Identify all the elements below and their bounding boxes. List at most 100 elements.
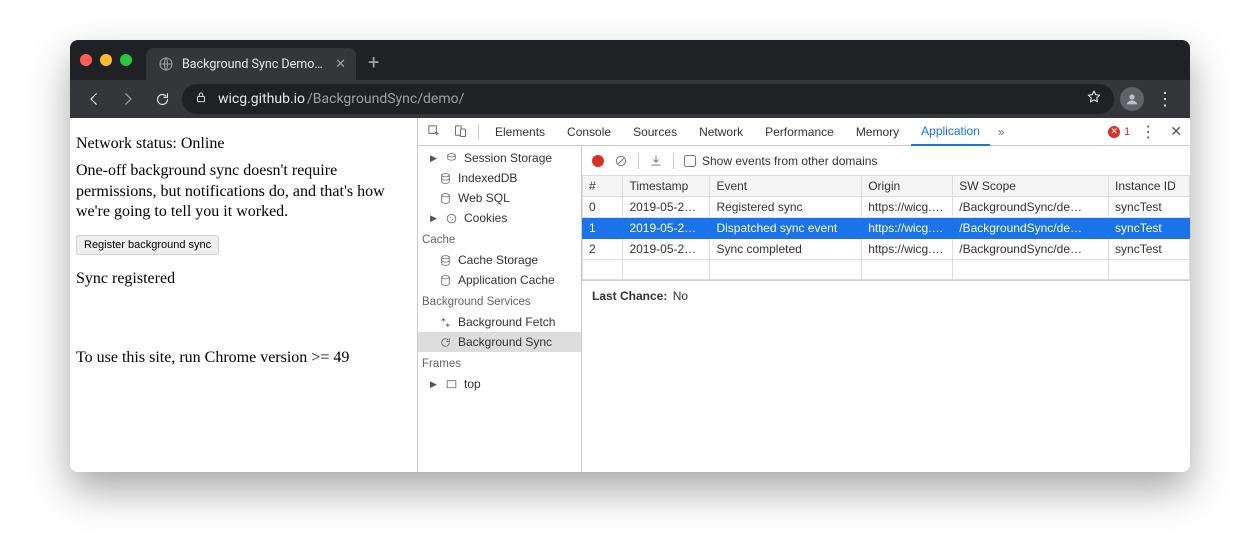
sync-status: Sync registered (76, 269, 407, 290)
chevron-right-icon: ▶ (430, 379, 438, 390)
bg-sync-toolbar: Show events from other domains (582, 146, 1190, 176)
frame-icon (444, 378, 458, 391)
device-toggle-icon[interactable] (448, 120, 472, 144)
tab-application[interactable]: Application (911, 118, 990, 146)
window-close-icon[interactable] (80, 54, 92, 66)
devtools-panel: Elements Console Sources Network Perform… (418, 118, 1190, 472)
browser-tab[interactable]: Background Sync Demonstratic ✕ (146, 48, 356, 80)
table-cell: 2019-05-2… (623, 218, 710, 239)
tab-memory[interactable]: Memory (846, 118, 909, 146)
profile-avatar[interactable] (1120, 87, 1144, 111)
error-count-badge[interactable]: ✕ 1 (1108, 126, 1130, 138)
table-cell: Sync completed (710, 239, 862, 260)
refresh-icon (438, 336, 452, 349)
sidebar-section-frames: Frames (422, 358, 581, 370)
address-bar[interactable]: wicg.github.io/BackgroundSync/demo/ (182, 84, 1114, 114)
sidebar-item-application-cache[interactable]: Application Cache (418, 270, 581, 290)
browser-menu-button[interactable]: ⋮ (1150, 89, 1180, 110)
table-cell: https://wicg.… (862, 218, 953, 239)
col-header[interactable]: Timestamp (623, 176, 710, 197)
browser-toolbar: wicg.github.io/BackgroundSync/demo/ ⋮ (70, 80, 1190, 118)
col-header[interactable]: Event (710, 176, 862, 197)
table-row[interactable]: 22019-05-2…Sync completedhttps://wicg.…/… (583, 239, 1190, 260)
table-cell: Registered sync (710, 197, 862, 218)
sidebar-section-cache: Cache (422, 234, 581, 246)
inspect-element-icon[interactable] (422, 120, 446, 144)
record-button[interactable] (592, 155, 604, 167)
browser-window: Background Sync Demonstratic ✕ + wicg.gi… (70, 40, 1190, 472)
clear-icon[interactable] (614, 154, 628, 168)
sidebar-item-background-sync[interactable]: Background Sync (418, 332, 581, 352)
new-tab-button[interactable]: + (368, 50, 379, 74)
tab-network[interactable]: Network (689, 118, 753, 146)
database-icon (438, 254, 452, 267)
sidebar-item-cache-storage[interactable]: Cache Storage (418, 250, 581, 270)
devtools-tabbar: Elements Console Sources Network Perform… (418, 118, 1190, 146)
table-cell: 0 (583, 197, 623, 218)
detail-value: No (673, 289, 688, 303)
register-sync-button[interactable]: Register background sync (76, 235, 219, 255)
chevron-right-icon: ▶ (430, 153, 438, 164)
database-icon (438, 274, 452, 287)
page-blurb: One-off background sync doesn't require … (76, 161, 407, 223)
sidebar-item-indexeddb[interactable]: IndexedDB (418, 168, 581, 188)
event-detail: Last Chance: No (582, 281, 1190, 311)
chevron-right-icon: ▶ (430, 213, 438, 224)
table-cell: syncTest (1109, 239, 1190, 260)
sidebar-item-background-fetch[interactable]: Background Fetch (418, 312, 581, 332)
sidebar-item-session-storage[interactable]: ▶ Session Storage (418, 148, 581, 168)
page-footer-note: To use this site, run Chrome version >= … (76, 348, 407, 369)
events-table: # Timestamp Event Origin SW Scope Instan… (582, 176, 1190, 281)
download-icon[interactable] (649, 154, 663, 168)
tab-close-icon[interactable]: ✕ (335, 58, 346, 71)
table-cell: /BackgroundSync/de… (953, 197, 1109, 218)
bookmark-star-icon[interactable] (1086, 89, 1102, 109)
window-controls (80, 54, 132, 66)
forward-button[interactable] (114, 85, 142, 113)
sidebar-item-cookies[interactable]: ▶ Cookies (418, 208, 581, 228)
devtools-menu-button[interactable]: ⋮ (1136, 122, 1160, 142)
back-button[interactable] (80, 85, 108, 113)
table-cell: Dispatched sync event (710, 218, 862, 239)
tab-title: Background Sync Demonstratic (182, 57, 327, 72)
sidebar-item-frame-top[interactable]: ▶ top (418, 374, 581, 394)
tab-elements[interactable]: Elements (485, 118, 555, 146)
table-cell: syncTest (1109, 197, 1190, 218)
table-cell: 2019-05-2… (623, 197, 710, 218)
window-titlebar: Background Sync Demonstratic ✕ + (70, 40, 1190, 80)
table-row[interactable]: 02019-05-2…Registered synchttps://wicg.…… (583, 197, 1190, 218)
tab-console[interactable]: Console (557, 118, 621, 146)
show-other-domains-checkbox[interactable]: Show events from other domains (684, 154, 877, 168)
cookie-icon (444, 212, 458, 225)
table-row[interactable]: 12019-05-2…Dispatched sync eventhttps://… (583, 218, 1190, 239)
checkbox-input[interactable] (684, 155, 696, 167)
content-area: Network status: Online One-off backgroun… (70, 118, 1190, 472)
window-maximize-icon[interactable] (120, 54, 132, 66)
col-header[interactable]: Origin (862, 176, 953, 197)
col-header[interactable]: # (583, 176, 623, 197)
table-cell: 2019-05-2… (623, 239, 710, 260)
table-cell: /BackgroundSync/de… (953, 218, 1109, 239)
window-minimize-icon[interactable] (100, 54, 112, 66)
database-icon (438, 192, 452, 205)
application-main: Show events from other domains # Tim (582, 146, 1190, 472)
application-sidebar: ▶ Session Storage IndexedDB Web SQL ▶ (418, 146, 582, 472)
sync-icon (438, 316, 452, 329)
tab-performance[interactable]: Performance (755, 118, 844, 146)
table-header-row: # Timestamp Event Origin SW Scope Instan… (583, 176, 1190, 197)
table-cell: syncTest (1109, 218, 1190, 239)
sidebar-section-bgservices: Background Services (422, 296, 581, 308)
table-row (583, 260, 1190, 280)
sidebar-item-websql[interactable]: Web SQL (418, 188, 581, 208)
reload-button[interactable] (148, 85, 176, 113)
table-cell: 2 (583, 239, 623, 260)
col-header[interactable]: SW Scope (953, 176, 1109, 197)
devtools-close-button[interactable]: ✕ (1166, 123, 1186, 140)
network-status: Network status: Online (76, 134, 407, 155)
tabs-overflow-icon[interactable]: » (992, 125, 1011, 139)
detail-label: Last Chance: (592, 289, 667, 303)
col-header[interactable]: Instance ID (1109, 176, 1190, 197)
tab-sources[interactable]: Sources (623, 118, 687, 146)
page-viewport: Network status: Online One-off backgroun… (70, 118, 418, 472)
url-host: wicg.github.io (218, 91, 305, 107)
